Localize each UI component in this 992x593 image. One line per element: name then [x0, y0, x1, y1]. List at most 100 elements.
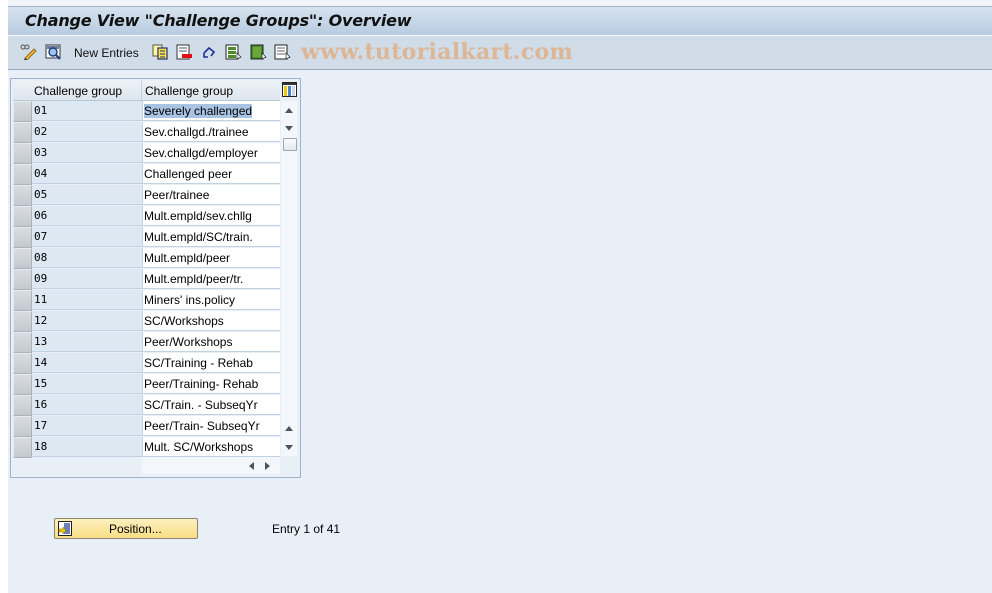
challenge-group-text-input[interactable]: Mult. SC/Workshops [142, 437, 280, 457]
row-select-button[interactable] [13, 248, 32, 269]
table-row[interactable]: 02 Sev.challgd./trainee [13, 122, 280, 143]
challenge-group-text: Peer/trainee [144, 188, 210, 202]
table-row[interactable]: 12 SC/Workshops [13, 311, 280, 332]
scroll-right-button[interactable] [260, 457, 274, 474]
table-row[interactable]: 13 Peer/Workshops [13, 332, 280, 353]
title-bar: Change View "Challenge Groups": Overview [8, 7, 992, 36]
challenge-group-text-input[interactable]: Peer/Workshops [142, 332, 280, 352]
arrow-down-icon [285, 444, 293, 450]
challenge-group-text-input[interactable]: SC/Workshops [142, 311, 280, 331]
challenge-group-text: Challenged peer [144, 167, 233, 181]
challenge-group-text-input[interactable]: Sev.challgd/employer [142, 143, 280, 163]
table-row[interactable]: 16 SC/Train. - SubseqYr [13, 395, 280, 416]
new-entries-button[interactable]: New Entries [74, 46, 139, 60]
window-left-edge [0, 0, 8, 593]
copy-icon[interactable] [152, 44, 169, 60]
challenge-group-code-cell: 09 [32, 269, 142, 289]
challenge-group-text-input[interactable]: Mult.empld/peer [142, 248, 280, 268]
application-toolbar: New Entries www.tutorialkart.com [8, 36, 992, 70]
challenge-group-text-input[interactable]: Mult.empld/sev.chllg [142, 206, 280, 226]
select-all-rows-header[interactable] [13, 81, 32, 101]
challenge-group-text-input[interactable]: SC/Training - Rehab [142, 353, 280, 373]
table-body: 01 Severely challenged 02 Sev.challgd./trai… [13, 101, 280, 458]
challenge-group-text: Sev.challgd./trainee [144, 125, 249, 139]
table-row[interactable]: 08 Mult.empld/peer [13, 248, 280, 269]
select-block-icon[interactable] [250, 44, 267, 60]
table-row[interactable]: 01 Severely challenged [13, 101, 280, 122]
table-settings-icon[interactable] [282, 82, 297, 97]
challenge-group-code-cell: 06 [32, 206, 142, 226]
row-select-button[interactable] [13, 143, 32, 164]
magnifier-table-icon[interactable] [45, 44, 62, 60]
scroll-down-button[interactable] [281, 438, 297, 456]
challenge-group-text: Peer/Training- Rehab [144, 377, 259, 391]
challenge-group-text: Severely challenged [144, 104, 253, 118]
challenge-group-code-cell: 01 [32, 101, 142, 121]
arrow-up-icon [285, 425, 293, 431]
challenge-group-text: Miners' ins.policy [144, 293, 235, 307]
pencil-glasses-icon[interactable] [20, 44, 37, 60]
table-row[interactable]: 09 Mult.empld/peer/tr. [13, 269, 280, 290]
horizontal-scrollbar[interactable] [142, 457, 280, 474]
row-select-button[interactable] [13, 290, 32, 311]
row-select-button[interactable] [13, 269, 32, 290]
table-row[interactable]: 05 Peer/trainee [13, 185, 280, 206]
challenge-group-text-input[interactable]: Miners' ins.policy [142, 290, 280, 310]
row-select-button[interactable] [13, 101, 32, 122]
challenge-group-text-input[interactable]: Peer/trainee [142, 185, 280, 205]
row-select-button[interactable] [13, 374, 32, 395]
challenge-group-text-input[interactable]: Mult.empld/peer/tr. [142, 269, 280, 289]
column-header-text[interactable]: Challenge group [142, 81, 280, 101]
row-select-button[interactable] [13, 416, 32, 437]
scroll-up-button[interactable] [281, 101, 297, 119]
challenge-group-text: Peer/Train- SubseqYr [144, 419, 260, 433]
table-row[interactable]: 03 Sev.challgd/employer [13, 143, 280, 164]
row-select-button[interactable] [13, 353, 32, 374]
table-row[interactable]: 17 Peer/Train- SubseqYr [13, 416, 280, 437]
challenge-group-text-input[interactable]: Severely challenged [142, 101, 280, 121]
table-row[interactable]: 18 Mult. SC/Workshops [13, 437, 280, 458]
row-select-button[interactable] [13, 164, 32, 185]
challenge-group-text-input[interactable]: Peer/Training- Rehab [142, 374, 280, 394]
table-row[interactable]: 07 Mult.empld/SC/train. [13, 227, 280, 248]
challenge-group-code-cell: 15 [32, 374, 142, 394]
challenge-group-text: SC/Train. - SubseqYr [144, 398, 258, 412]
row-select-button[interactable] [13, 332, 32, 353]
challenge-group-text-input[interactable]: SC/Train. - SubseqYr [142, 395, 280, 415]
challenge-group-text: Sev.challgd/employer [144, 146, 258, 160]
table-row[interactable]: 11 Miners' ins.policy [13, 290, 280, 311]
row-select-button[interactable] [13, 206, 32, 227]
column-header-code-label: Challenge group [34, 84, 123, 98]
row-select-button[interactable] [13, 437, 32, 458]
scroll-page-down-button[interactable] [281, 119, 297, 137]
column-header-code[interactable]: Challenge group [31, 81, 142, 101]
challenge-group-text: SC/Training - Rehab [144, 356, 253, 370]
vertical-scrollbar[interactable] [281, 101, 297, 456]
undo-icon[interactable] [201, 44, 218, 60]
position-icon [58, 521, 72, 536]
challenge-group-code-cell: 08 [32, 248, 142, 268]
challenge-group-text: Mult.empld/peer/tr. [144, 272, 244, 286]
challenge-group-text-input[interactable]: Challenged peer [142, 164, 280, 184]
row-select-button[interactable] [13, 311, 32, 332]
watermark-text: www.tutorialkart.com [301, 39, 574, 65]
table-row[interactable]: 15 Peer/Training- Rehab [13, 374, 280, 395]
delete-row-icon[interactable] [176, 44, 193, 60]
challenge-group-text-input[interactable]: Sev.challgd./trainee [142, 122, 280, 142]
row-select-button[interactable] [13, 185, 32, 206]
scroll-left-button[interactable] [244, 457, 258, 474]
scroll-thumb[interactable] [283, 138, 297, 151]
table-row[interactable]: 14 SC/Training - Rehab [13, 353, 280, 374]
challenge-group-text-input[interactable]: Mult.empld/SC/train. [142, 227, 280, 247]
table-row[interactable]: 04 Challenged peer [13, 164, 280, 185]
position-button[interactable]: Position... [54, 518, 198, 539]
deselect-all-icon[interactable] [274, 44, 291, 60]
select-all-icon[interactable] [225, 44, 242, 60]
row-select-button[interactable] [13, 122, 32, 143]
challenge-group-text-input[interactable]: Peer/Train- SubseqYr [142, 416, 280, 436]
row-select-button[interactable] [13, 227, 32, 248]
scroll-page-up-button[interactable] [281, 419, 297, 437]
row-select-button[interactable] [13, 395, 32, 416]
arrow-left-icon [248, 461, 254, 470]
table-row[interactable]: 06 Mult.empld/sev.chllg [13, 206, 280, 227]
